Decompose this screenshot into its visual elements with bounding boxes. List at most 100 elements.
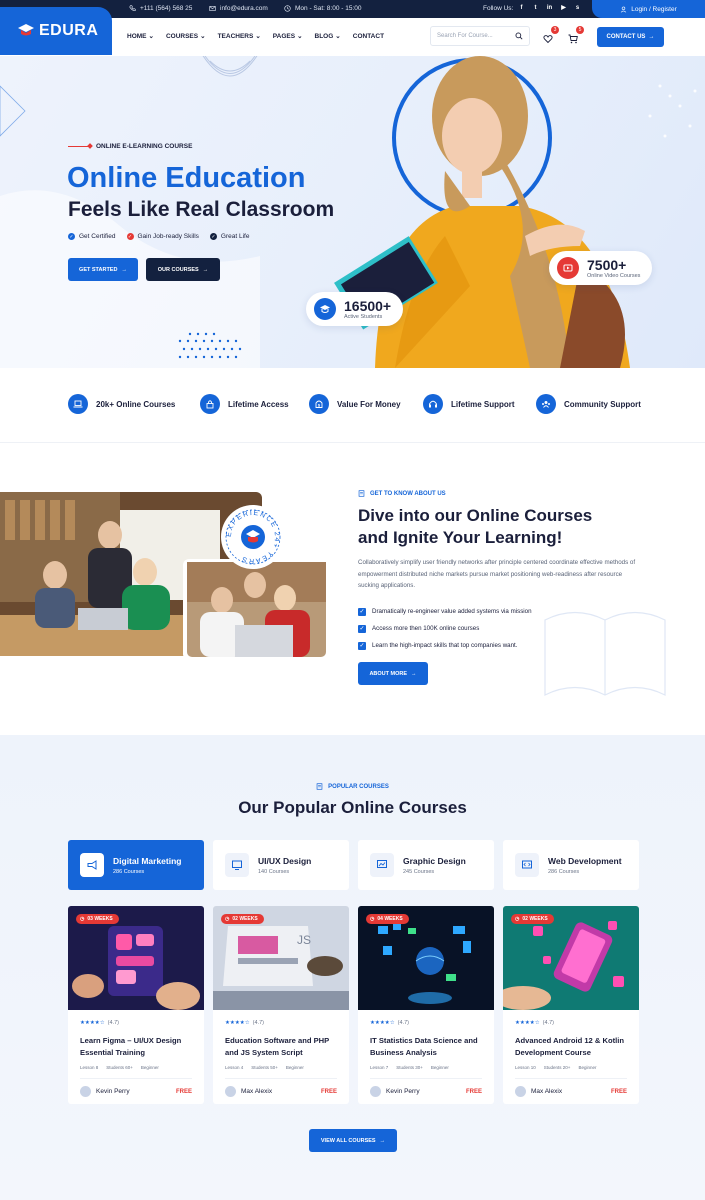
about-title: Dive into our Online Courses and Ignite … (358, 505, 658, 549)
course-title[interactable]: Advanced Android 12 & Kotlin Development… (515, 1035, 633, 1059)
about-title-line2: and Ignite Your Learning! (358, 528, 563, 547)
author-name: Kevin Perry (96, 1088, 130, 1095)
logo-text: EDURA (39, 22, 99, 39)
avatar (225, 1086, 236, 1097)
category-tab-digital-marketing[interactable]: Digital Marketing 286 Courses (68, 840, 204, 890)
book-icon (316, 783, 323, 790)
video-courses-label: Online Video Courses (587, 273, 641, 279)
phone-info[interactable]: +111 (564) 568 25 (129, 5, 192, 12)
about-images: EXPERIENCE 24+ YEARS (0, 492, 328, 660)
category-count: 286 Courses (113, 868, 145, 875)
about-title-line1: Dive into our Online Courses (358, 506, 593, 525)
wishlist-button[interactable]: 3 (543, 26, 559, 44)
category-tab-web-development[interactable]: Web Development 286 Courses (503, 840, 639, 890)
phone-text: +111 (564) 568 25 (140, 5, 193, 12)
chevron-down-icon: ⌄ (335, 33, 341, 40)
envelope-icon (209, 6, 216, 11)
star-rating-icon: ★★★★☆ (225, 1020, 250, 1026)
about-list-item: ✓ Dramatically re-engineer value added sy… (358, 607, 532, 616)
login-register-link[interactable]: Login / Register (592, 0, 705, 18)
feature-value-for-money: $ Value For Money (309, 394, 401, 414)
feature-lifetime-access: Lifetime Access (200, 394, 289, 414)
nav-teachers[interactable]: TEACHERS ⌄ (218, 32, 261, 41)
category-title: Web Development (548, 855, 622, 866)
twitter-icon[interactable]: t (532, 4, 539, 11)
heart-icon (543, 35, 553, 44)
logo[interactable]: EDURA (0, 7, 112, 55)
feature-community-support: Community Support (536, 394, 641, 414)
view-all-courses-button[interactable]: VIEW ALL COURSES → (309, 1129, 397, 1152)
course-card[interactable]: JS ◷ 02 WEEKS ★★★★☆ (4.7) Education Softwa… (213, 906, 349, 1104)
course-author[interactable]: Kevin Perry (370, 1086, 420, 1097)
clock-icon (284, 5, 291, 12)
author-name: Max Alexix (531, 1088, 563, 1095)
phone-icon (129, 5, 136, 12)
course-rating: ★★★★☆ (4.7) (370, 1020, 409, 1026)
arrow-right-icon: → (121, 266, 127, 273)
email-info[interactable]: info@edura.com (209, 5, 268, 12)
about-tag-text: GET TO KNOW ABOUT US (370, 490, 446, 497)
check-icon: ✓ (209, 233, 217, 240)
active-students-label: Active Students (344, 314, 383, 320)
hero-checklist: ✓ Get Certified ✓ Gain Job-ready Skills ✓ G… (68, 233, 249, 240)
nav-home[interactable]: HOME ⌄ (127, 32, 154, 41)
about-list-item: ✓ Learn the high-impact skills that top c… (358, 641, 518, 650)
nav-blog[interactable]: BLOG ⌄ (315, 32, 341, 41)
course-title[interactable]: IT Statistics Data Science and Business … (370, 1035, 488, 1059)
duration-badge: ◷ 02 WEEKS (511, 914, 554, 924)
course-meta: Lesson 7 Students 30+ Beginner (370, 1065, 449, 1070)
nav-pages[interactable]: PAGES ⌄ (273, 32, 303, 41)
course-card[interactable]: ◷ 04 WEEKS ★★★★☆ (4.7) IT Statistics Data … (358, 906, 494, 1104)
lesson-count: Lesson 7 (370, 1065, 389, 1070)
money-icon: $ (309, 394, 329, 414)
course-level: Beginner (430, 1065, 449, 1070)
cart-button[interactable]: 5 (568, 26, 584, 44)
check-item: ✓ Get Certified (68, 233, 116, 240)
course-rating: ★★★★☆ (4.7) (515, 1020, 554, 1026)
course-card[interactable]: ◷ 02 WEEKS ★★★★☆ (4.7) Advanced Android 12… (503, 906, 639, 1104)
hero-title: Online Education (67, 162, 306, 194)
logo-icon (18, 24, 34, 36)
course-meta: Lesson 8 Students 60+ Beginner (80, 1065, 159, 1070)
get-started-button[interactable]: GET STARTED → (68, 258, 138, 281)
facebook-icon[interactable]: f (518, 4, 525, 11)
search-icon[interactable] (515, 32, 523, 40)
lesson-count: Lesson 8 (80, 1065, 99, 1070)
nav-contact[interactable]: CONTACT (353, 32, 384, 40)
contact-us-button[interactable]: CONTACT US → (597, 27, 664, 47)
course-author[interactable]: Kevin Perry (80, 1086, 130, 1097)
design-icon (225, 853, 249, 877)
star-rating-icon: ★★★★☆ (370, 1020, 395, 1026)
course-author[interactable]: Max Alexix (225, 1086, 272, 1097)
category-tab-uiux-design[interactable]: UI/UX Design 140 Courses (213, 840, 349, 890)
clock-icon: ◷ (515, 916, 520, 922)
view-all-label: VIEW ALL COURSES (320, 1137, 376, 1144)
feature-label: 20k+ Online Courses (96, 399, 176, 409)
feature-online-courses: 20k+ Online Courses (68, 394, 175, 414)
about-more-button[interactable]: ABOUT MORE → (358, 662, 428, 685)
course-level: Beginner (140, 1065, 159, 1070)
avatar (515, 1086, 526, 1097)
social-links: f t in ▶ s (518, 4, 581, 12)
course-title[interactable]: Education Software and PHP and JS System… (225, 1035, 343, 1059)
search-placeholder: Search For Course... (437, 33, 493, 39)
nav-courses[interactable]: COURSES ⌄ (166, 32, 206, 41)
skype-icon[interactable]: s (574, 4, 581, 11)
card-divider (370, 1078, 482, 1079)
linkedin-icon[interactable]: in (546, 4, 553, 11)
student-count: Students 30+ (396, 1065, 423, 1070)
course-author[interactable]: Max Alexix (515, 1086, 562, 1097)
get-started-label: GET STARTED (79, 266, 118, 273)
megaphone-icon (80, 853, 104, 877)
card-divider (80, 1078, 192, 1079)
our-courses-button[interactable]: OUR COURSES → (146, 258, 220, 281)
search-input[interactable]: Search For Course... (430, 26, 530, 46)
category-tab-graphic-design[interactable]: Graphic Design 245 Courses (358, 840, 494, 890)
youtube-icon[interactable]: ▶ (560, 4, 567, 11)
popular-courses-tag-text: POPULAR COURSES (328, 783, 389, 790)
popular-courses-tag: POPULAR COURSES (0, 783, 705, 790)
course-title[interactable]: Learn Figma – UI/UX Design Essential Tra… (80, 1035, 198, 1059)
student-count: Students 60+ (106, 1065, 133, 1070)
about-checklist: ✓ Dramatically re-engineer value added sy… (358, 603, 532, 654)
course-card[interactable]: ◷ 03 WEEKS ★★★★☆ (4.7) Learn Figma – UI/UX… (68, 906, 204, 1104)
